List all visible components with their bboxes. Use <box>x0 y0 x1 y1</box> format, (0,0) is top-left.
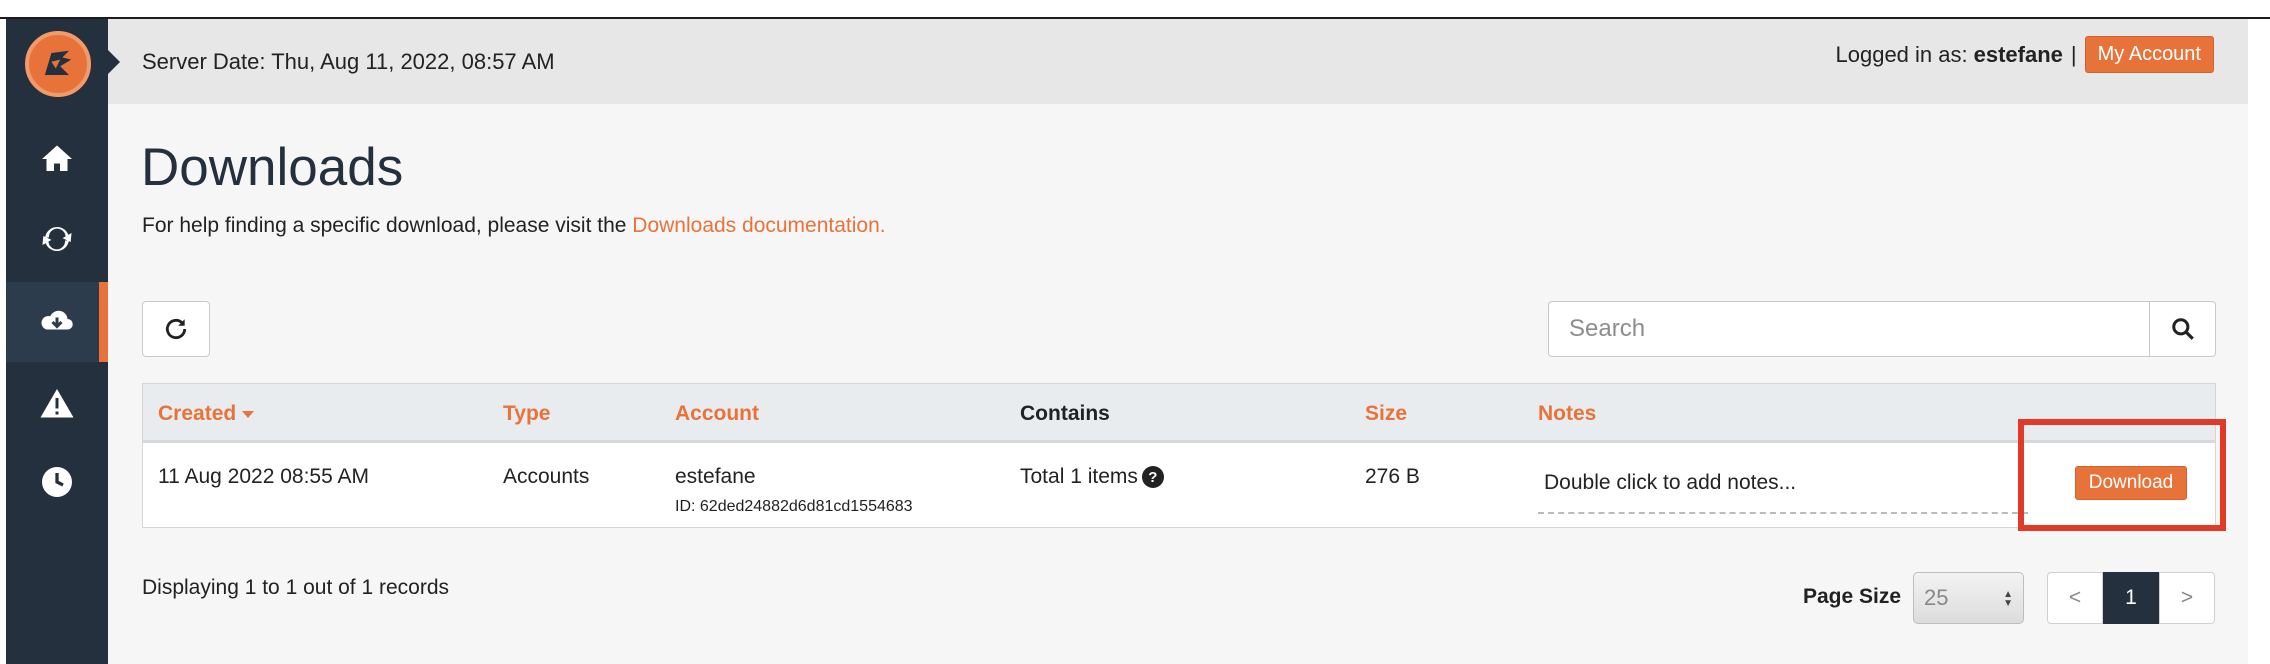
column-notes[interactable]: Notes <box>1538 402 1596 426</box>
page-size-select[interactable]: 25 ▲ ▼ <box>1913 572 2024 624</box>
column-account[interactable]: Account <box>675 402 759 426</box>
documentation-link[interactable]: Downloads documentation. <box>632 214 885 237</box>
sidebar-item-downloads[interactable] <box>6 282 108 362</box>
help-prefix: For help finding a specific download, pl… <box>142 214 633 237</box>
column-type[interactable]: Type <box>503 402 550 426</box>
page-size-label: Page Size <box>1803 585 1902 608</box>
top-border <box>0 0 2270 19</box>
refresh-icon <box>165 318 187 340</box>
sort-desc-icon <box>242 410 255 418</box>
search-icon <box>2171 318 2194 340</box>
select-arrows-icon: ▲ ▼ <box>2003 589 2013 609</box>
account-id: ID: 62ded24882d6d81cd1554683 <box>675 498 913 515</box>
account-name: estefane <box>675 465 756 488</box>
cell-type: Accounts <box>503 465 590 488</box>
sidebar-item-alerts[interactable] <box>6 364 108 444</box>
question-circle-icon[interactable]: ? <box>1141 466 1164 489</box>
server-date: Server Date: Thu, Aug 11, 2022, 08:57 AM <box>142 49 555 74</box>
download-button[interactable]: Download <box>2075 466 2187 500</box>
page-1-button[interactable]: 1 <box>2103 572 2159 624</box>
column-contains: Contains <box>1020 402 1110 425</box>
my-account-button[interactable]: My Account <box>2084 36 2214 73</box>
pagination: < 1 > <box>2047 572 2215 624</box>
next-page-button[interactable]: > <box>2159 572 2215 624</box>
refresh-button[interactable] <box>142 301 210 357</box>
prev-page-button[interactable]: < <box>2047 572 2103 624</box>
header-arrow <box>108 50 120 74</box>
header-bar: Server Date: Thu, Aug 11, 2022, 08:57 AM… <box>108 19 2248 104</box>
column-size[interactable]: Size <box>1365 402 1407 426</box>
sync-icon <box>42 227 72 251</box>
username: estefane <box>1973 41 2063 67</box>
downloads-table: Created Type Account Contains Size Notes… <box>142 383 2216 528</box>
cloud-download-icon <box>41 310 73 330</box>
search-input[interactable] <box>1548 301 2149 357</box>
sidebar-item-sync[interactable] <box>6 199 108 279</box>
home-icon <box>42 145 72 171</box>
page-title: Downloads <box>141 138 404 197</box>
search-bar <box>1548 301 2216 357</box>
sidebar-item-home[interactable] <box>6 119 108 199</box>
warning-icon <box>40 389 74 418</box>
table-header: Created Type Account Contains Size Notes <box>143 384 2215 443</box>
main-content: Server Date: Thu, Aug 11, 2022, 08:57 AM… <box>108 19 2248 664</box>
records-summary: Displaying 1 to 1 out of 1 records <box>142 576 450 599</box>
cell-size: 276 B <box>1365 465 1420 488</box>
cell-contains: Total 1 items? <box>1020 465 1164 489</box>
user-info: Logged in as: estefane | My Account <box>1835 36 2214 73</box>
notes-field[interactable]: Double click to add notes... <box>1538 466 2028 514</box>
contains-text: Total 1 items <box>1020 465 1138 488</box>
logged-in-label: Logged in as: <box>1835 41 1968 67</box>
column-created[interactable]: Created <box>158 402 255 426</box>
search-button[interactable] <box>2149 301 2216 357</box>
cell-account: estefane ID: 62ded24882d6d81cd1554683 <box>675 465 913 516</box>
right-margin <box>2248 19 2270 664</box>
separator: | <box>2070 41 2077 67</box>
sidebar-item-history[interactable] <box>6 442 108 522</box>
logo[interactable] <box>25 31 91 97</box>
help-text: For help finding a specific download, pl… <box>142 214 886 238</box>
page-size-value: 25 <box>1924 585 1949 610</box>
sidebar <box>6 19 108 664</box>
brand-logo-icon <box>44 50 72 75</box>
cell-created: 11 Aug 2022 08:55 AM <box>158 465 369 488</box>
clock-icon <box>42 467 72 497</box>
